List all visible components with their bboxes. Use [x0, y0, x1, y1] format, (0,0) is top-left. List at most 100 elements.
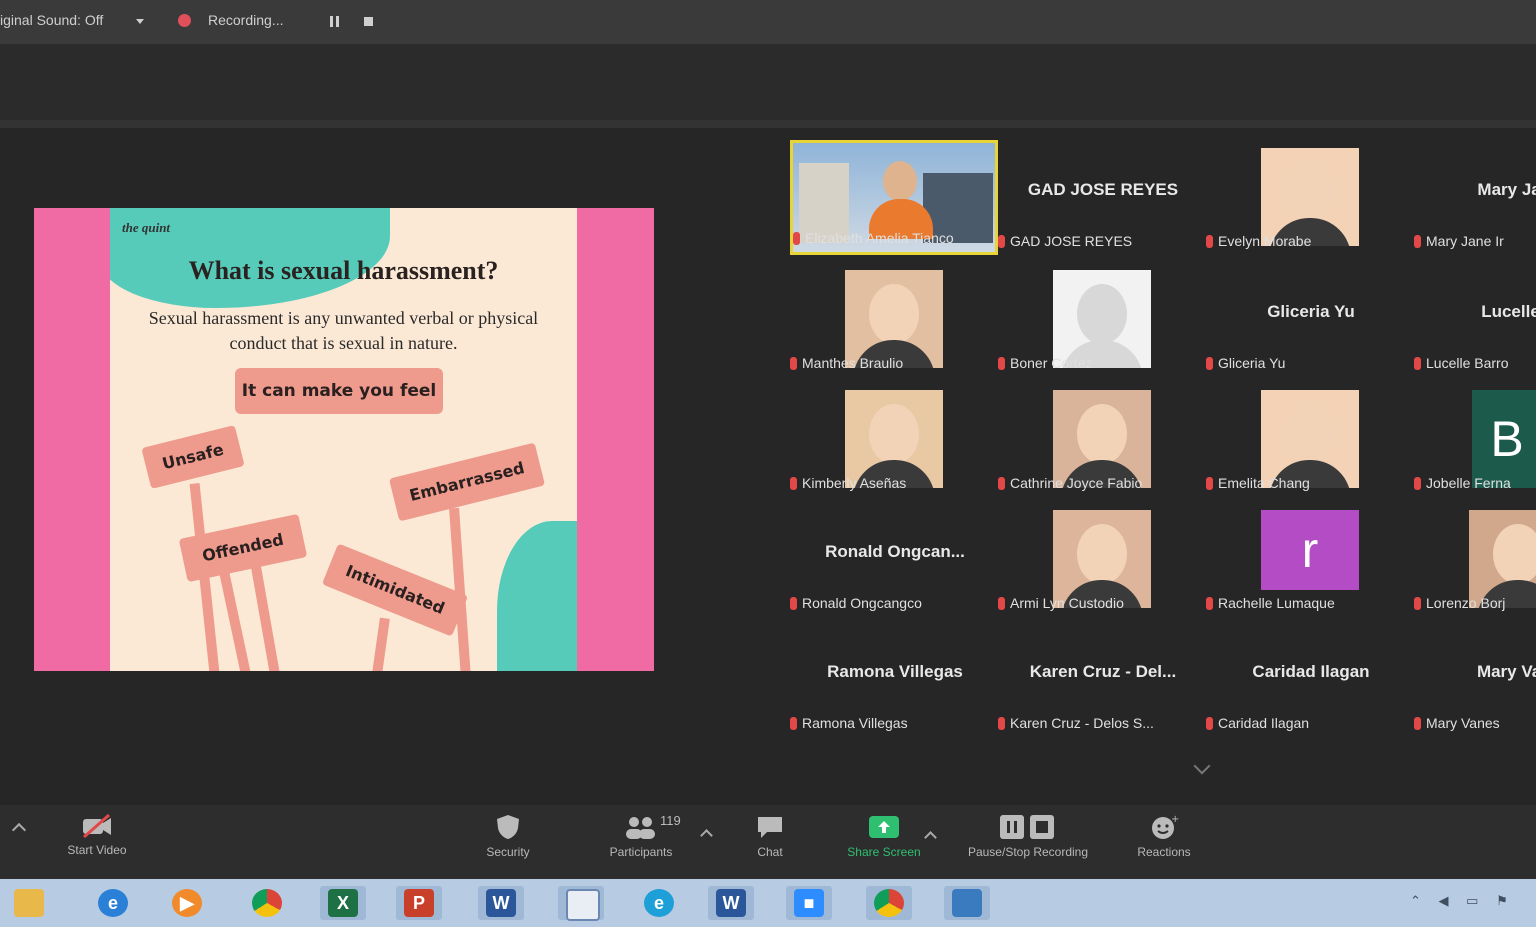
window-icon[interactable] — [558, 886, 604, 921]
sign-stick — [370, 617, 390, 671]
brand-logo: the quint — [122, 220, 171, 235]
mic-muted-icon — [1206, 235, 1213, 248]
participant-tile[interactable]: Ronald Ongcan... Ronald Ongcangco — [790, 502, 990, 617]
participant-name-label: Gliceria Yu — [1218, 355, 1286, 371]
participant-name-label: Caridad Ilagan — [1218, 715, 1310, 731]
word-icon[interactable]: W — [478, 886, 524, 920]
slide-title: What is sexual harassment? — [188, 256, 499, 285]
windows-taskbar: e ▶ X P W e W ■ ⌃ ◀ ▭ ⚑ — [0, 879, 1536, 927]
chevron-up-icon[interactable] — [11, 822, 27, 838]
shared-slide: the quint What is sexual harassment? Sex… — [34, 208, 654, 671]
participant-tile[interactable]: Lorenzo Borj — [1414, 502, 1536, 617]
mic-muted-icon — [790, 597, 797, 610]
mic-muted-icon — [1206, 477, 1213, 490]
internet-explorer-icon[interactable]: e — [90, 886, 136, 920]
participant-name-label: Rachelle Lumaque — [1218, 595, 1335, 611]
participant-tile[interactable]: r Rachelle Lumaque — [1206, 502, 1406, 617]
svg-text:+: + — [1171, 814, 1179, 825]
participant-name-label: Mary Vanes — [1426, 715, 1500, 731]
media-player-icon[interactable]: ▶ — [164, 886, 210, 920]
participant-display-name: Gliceria Yu — [1267, 302, 1355, 321]
participant-photo — [1053, 510, 1151, 608]
excel-icon[interactable]: X — [320, 886, 366, 920]
participant-tile[interactable]: Kimberly Aseñas — [790, 382, 990, 497]
zoom-icon[interactable]: ■ — [786, 886, 832, 920]
recording-bar: iginal Sound: Off Recording... — [0, 0, 1536, 44]
feel-banner: It can make you feel — [235, 368, 443, 414]
chrome-icon[interactable] — [244, 886, 290, 920]
flag-icon[interactable]: ⚑ — [1496, 893, 1508, 908]
word-icon[interactable]: W — [708, 886, 754, 920]
participant-tile[interactable]: Karen Cruz - Del... Karen Cruz - Delos S.… — [998, 622, 1198, 737]
participant-tile[interactable]: Boner Cortez — [998, 262, 1198, 377]
start-video-button[interactable]: Start Video — [52, 813, 142, 857]
tray-arrow-icon[interactable]: ⌃ — [1410, 893, 1421, 908]
photos-icon[interactable] — [944, 886, 990, 920]
original-sound-toggle[interactable]: iginal Sound: Off — [0, 12, 103, 28]
mic-muted-icon — [998, 597, 1005, 610]
participant-photo — [1261, 390, 1359, 488]
participant-tile[interactable]: Evelyn Morabe — [1206, 140, 1406, 255]
mic-muted-icon — [1414, 477, 1421, 490]
participants-label: Participants — [609, 845, 673, 859]
participants-count: 119 — [660, 813, 681, 828]
security-label: Security — [486, 845, 530, 859]
participant-display-name: Lucelle B — [1481, 302, 1536, 321]
participant-tile[interactable]: Ramona Villegas Ramona Villegas — [790, 622, 990, 737]
participant-tile[interactable]: Elizabeth Amelia Tianco — [790, 140, 998, 255]
participant-name-label: Armi Lyn Custodio — [1010, 595, 1124, 611]
share-screen-icon — [869, 816, 899, 838]
participant-avatar: r — [1261, 510, 1359, 590]
recording-status: Recording... — [208, 12, 284, 28]
participant-display-name: Ronald Ongcan... — [825, 542, 965, 561]
participant-tile[interactable]: Emelita Chang — [1206, 382, 1406, 497]
mic-muted-icon — [998, 235, 1005, 248]
participant-name-label: Evelyn Morabe — [1218, 233, 1312, 249]
chrome-icon[interactable] — [866, 886, 912, 920]
sign-stick — [216, 558, 254, 671]
participant-tile[interactable]: Manthes Braulio — [790, 262, 990, 377]
system-tray[interactable]: ⌃ ◀ ▭ ⚑ — [1410, 893, 1520, 913]
chevron-down-icon[interactable] — [136, 19, 144, 24]
share-screen-button[interactable]: Share Screen — [836, 813, 932, 859]
chat-button[interactable]: Chat — [740, 813, 800, 859]
pause-stop-icon — [1000, 815, 1054, 839]
reactions-icon: + — [1152, 814, 1179, 839]
network-icon[interactable]: ▭ — [1466, 893, 1478, 908]
mic-muted-icon — [790, 357, 797, 370]
pause-stop-recording-button[interactable]: Pause/Stop Recording — [950, 813, 1106, 859]
participant-name-label: Jobelle Ferna — [1426, 475, 1511, 491]
mic-muted-icon — [790, 717, 797, 730]
chevron-down-icon[interactable] — [1193, 757, 1211, 775]
edge-icon[interactable]: e — [636, 886, 682, 920]
participant-tile[interactable]: Mary Vane Mary Vanes — [1414, 622, 1536, 737]
shield-icon — [497, 815, 519, 839]
recording-dot-icon — [178, 14, 191, 27]
volume-icon[interactable]: ◀ — [1439, 893, 1449, 908]
file-explorer-icon[interactable] — [6, 886, 52, 920]
participant-tile[interactable]: Armi Lyn Custodio — [998, 502, 1198, 617]
chevron-up-icon[interactable] — [700, 829, 713, 842]
participant-display-name: Ramona Villegas — [827, 662, 963, 681]
participant-display-name: Mary Jane — [1477, 180, 1536, 199]
participant-name-label: Lucelle Barro — [1426, 355, 1509, 371]
reactions-button[interactable]: + Reactions — [1126, 813, 1202, 859]
participant-display-name: Karen Cruz - Del... — [1029, 662, 1177, 681]
participant-tile[interactable]: Gliceria Yu Gliceria Yu — [1206, 262, 1406, 377]
participant-tile[interactable]: Mary Jane Mary Jane Ir — [1414, 140, 1536, 255]
participant-name-label: Boner Cortez — [1010, 355, 1093, 371]
participant-tile[interactable]: Lucelle B Lucelle Barro — [1414, 262, 1536, 377]
stop-recording-icon[interactable] — [364, 17, 373, 26]
powerpoint-icon[interactable]: P — [396, 886, 442, 920]
participant-tile[interactable]: Cathrine Joyce Fabio — [998, 382, 1198, 497]
participant-name-label: Elizabeth Amelia Tianco — [805, 230, 954, 246]
mic-muted-icon — [998, 717, 1005, 730]
participant-tile[interactable]: GAD JOSE REYES GAD JOSE REYES — [998, 140, 1198, 255]
participant-tile[interactable]: Caridad Ilagan Caridad Ilagan — [1206, 622, 1406, 737]
participants-icon — [626, 817, 655, 839]
participants-button[interactable]: 119 Participants — [598, 813, 684, 859]
participant-name-label: Karen Cruz - Delos S... — [1010, 715, 1154, 731]
pause-recording-icon[interactable] — [330, 16, 340, 27]
security-button[interactable]: Security — [470, 813, 546, 859]
participant-tile[interactable]: B Jobelle Ferna — [1414, 382, 1536, 497]
